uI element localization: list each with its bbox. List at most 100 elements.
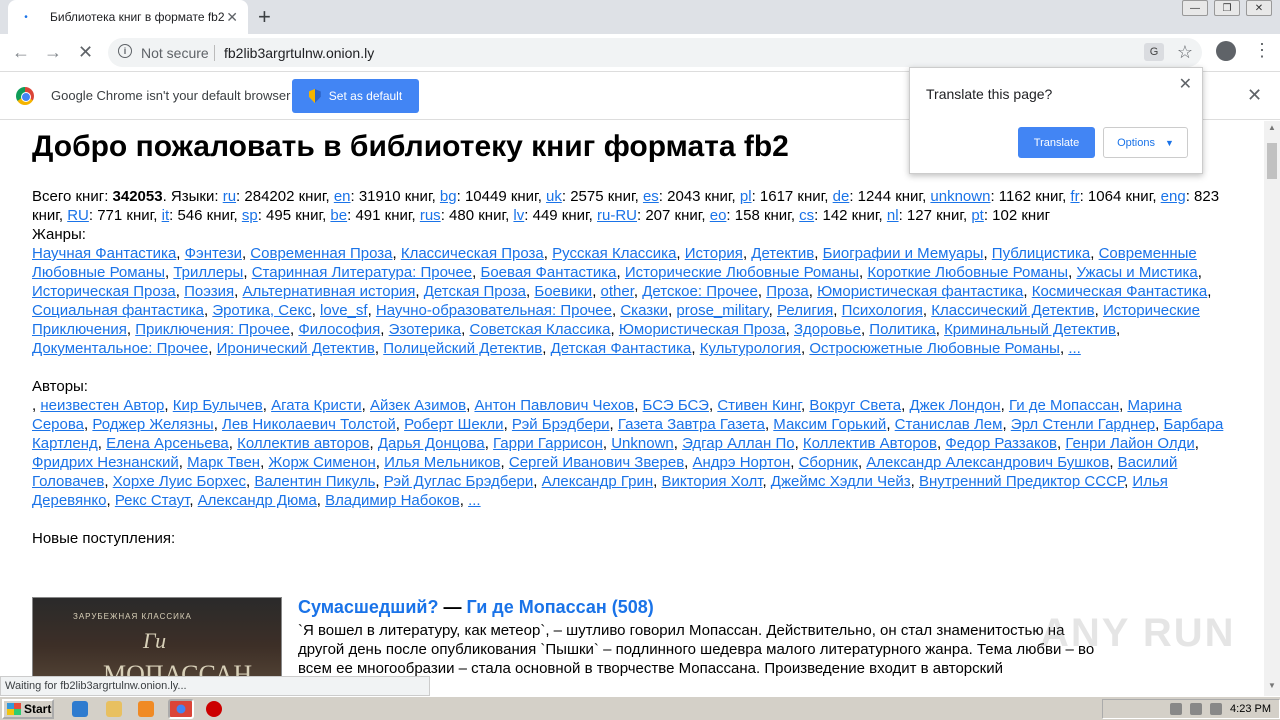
genre-link[interactable]: Космическая Фантастика [1032, 283, 1208, 300]
author-link[interactable]: Ги де Мопассан [1009, 397, 1119, 414]
language-link[interactable]: uk [546, 188, 562, 205]
author-link[interactable]: Дарья Донцова [378, 435, 485, 452]
author-link[interactable]: Марк Твен [187, 454, 260, 471]
new-tab-button[interactable]: + [258, 4, 271, 30]
author-link[interactable]: Джеймс Хэдли Чейз [771, 473, 911, 490]
author-link[interactable]: Антон Павлович Чехов [474, 397, 634, 414]
language-link[interactable]: eo [710, 207, 727, 224]
genre-link[interactable]: Классическая Проза [401, 245, 544, 262]
scroll-thumb[interactable] [1267, 143, 1277, 179]
genre-link[interactable]: Советская Классика [469, 321, 610, 338]
genre-link[interactable]: prose_military [676, 302, 768, 319]
author-link[interactable]: Сергей Иванович Зверев [509, 454, 684, 471]
translate-button[interactable]: Translate [1018, 127, 1095, 158]
close-window-button[interactable]: ✕ [1246, 0, 1272, 16]
language-link[interactable]: sp [242, 207, 258, 224]
book-cover[interactable]: ЗАРУБЕЖНАЯ КЛАССИКА Ги МОПАССАН [32, 597, 282, 676]
author-link[interactable]: Валентин Пикуль [254, 473, 375, 490]
genre-link[interactable]: Современная Проза [250, 245, 392, 262]
stop-loading-button[interactable]: ✕ [78, 42, 93, 63]
close-infobar-icon[interactable]: ✕ [1247, 85, 1262, 106]
genre-link[interactable]: Детектив [751, 245, 814, 262]
genre-link[interactable]: Научная Фантастика [32, 245, 176, 262]
language-link[interactable]: rus [420, 207, 441, 224]
close-translate-icon[interactable]: ✕ [1179, 74, 1192, 94]
tray-volume-icon[interactable] [1190, 703, 1203, 715]
language-link[interactable]: pl [740, 188, 752, 205]
menu-icon[interactable]: ⋮ [1253, 40, 1271, 61]
genre-link[interactable]: Иронический Детектив [217, 340, 375, 357]
genre-link[interactable]: Социальная фантастика [32, 302, 204, 319]
language-link[interactable]: ru-RU [597, 207, 637, 224]
clock[interactable]: 4:23 PM [1230, 703, 1271, 715]
author-link[interactable]: Эрл Стенли Гарднер [1011, 416, 1155, 433]
author-link[interactable]: Unknown [611, 435, 674, 452]
author-link[interactable]: Елена Арсеньева [106, 435, 229, 452]
genre-link[interactable]: ... [1068, 340, 1081, 357]
author-link[interactable]: Роджер Желязны [92, 416, 213, 433]
genre-link[interactable]: Философия [298, 321, 380, 338]
language-link[interactable]: cs [799, 207, 814, 224]
minimize-button[interactable]: — [1182, 0, 1208, 16]
media-player-icon[interactable] [138, 701, 154, 717]
security-label[interactable]: Not secure [141, 45, 209, 61]
tray-network-icon[interactable] [1170, 703, 1183, 715]
genre-link[interactable]: Боевики [534, 283, 592, 300]
author-link[interactable]: БСЭ БСЭ [643, 397, 709, 414]
author-link[interactable]: Жорж Сименон [268, 454, 375, 471]
genre-link[interactable]: Историческая Проза [32, 283, 176, 300]
genre-link[interactable]: Альтернативная история [242, 283, 415, 300]
author-link[interactable]: Вокруг Света [809, 397, 901, 414]
language-link[interactable]: lv [513, 207, 524, 224]
author-link[interactable]: Владимир Набоков [325, 492, 460, 509]
author-link[interactable]: Александр Александрович Бушков [866, 454, 1109, 471]
author-link[interactable]: Илья Мельников [384, 454, 500, 471]
genre-link[interactable]: Культурология [700, 340, 801, 357]
author-link[interactable]: Хорхе Луис Борхес [113, 473, 246, 490]
genre-link[interactable]: Детское: Прочее [642, 283, 758, 300]
scroll-up-icon[interactable]: ▲ [1268, 123, 1276, 132]
author-link[interactable]: Лев Николаевич Толстой [222, 416, 396, 433]
tab-active[interactable]: • Библиотека книг в формате fb2 ✕ [8, 0, 248, 34]
genre-link[interactable]: История [685, 245, 743, 262]
account-avatar-icon[interactable] [1216, 41, 1236, 61]
author-link[interactable]: Стивен Кинг [717, 397, 801, 414]
genre-link[interactable]: other [601, 283, 634, 300]
book-title-link[interactable]: Сумасшедший? [298, 597, 438, 617]
genre-link[interactable]: Научно-образовательная: Прочее [376, 302, 612, 319]
author-link[interactable]: Сборник [799, 454, 858, 471]
translate-icon[interactable]: G [1144, 43, 1164, 61]
genre-link[interactable]: Эзотерика [389, 321, 462, 338]
genre-link[interactable]: Боевая Фантастика [480, 264, 616, 281]
genre-link[interactable]: Политика [869, 321, 935, 338]
author-link[interactable]: Максим Горький [773, 416, 886, 433]
language-link[interactable]: RU [67, 207, 89, 224]
bookmark-star-icon[interactable]: ☆ [1177, 42, 1193, 63]
language-link[interactable]: de [833, 188, 850, 205]
start-button[interactable]: Start [2, 699, 54, 719]
author-link[interactable]: Александр Грин [542, 473, 654, 490]
set-default-button[interactable]: Set as default [292, 79, 419, 113]
genre-link[interactable]: Поэзия [184, 283, 234, 300]
author-link[interactable]: Александр Дюма [198, 492, 317, 509]
author-link[interactable]: Виктория Холт [661, 473, 762, 490]
genre-link[interactable]: Проза [766, 283, 809, 300]
author-link[interactable]: Гарри Гаррисон [493, 435, 603, 452]
genre-link[interactable]: Здоровье [794, 321, 861, 338]
genre-link[interactable]: Эротика, Секс [212, 302, 311, 319]
author-link[interactable]: Джек Лондон [909, 397, 1000, 414]
genre-link[interactable]: Юмористическая Проза [619, 321, 786, 338]
author-link[interactable]: Агата Кристи [271, 397, 362, 414]
author-link[interactable]: Айзек Азимов [370, 397, 466, 414]
close-tab-icon[interactable]: ✕ [226, 9, 238, 26]
genre-link[interactable]: Приключения: Прочее [135, 321, 290, 338]
book-author-link[interactable]: Ги де Мопассан (508) [466, 597, 653, 617]
genre-link[interactable]: Фэнтези [185, 245, 242, 262]
forward-button[interactable]: → [44, 42, 62, 63]
genre-link[interactable]: Психология [842, 302, 923, 319]
explorer-folder-icon[interactable] [106, 701, 122, 717]
ie-icon[interactable] [72, 701, 88, 717]
genre-link[interactable]: Классический Детектив [931, 302, 1094, 319]
scroll-down-icon[interactable]: ▼ [1268, 681, 1276, 690]
author-link[interactable]: Внутренний Предиктор СССР [919, 473, 1124, 490]
